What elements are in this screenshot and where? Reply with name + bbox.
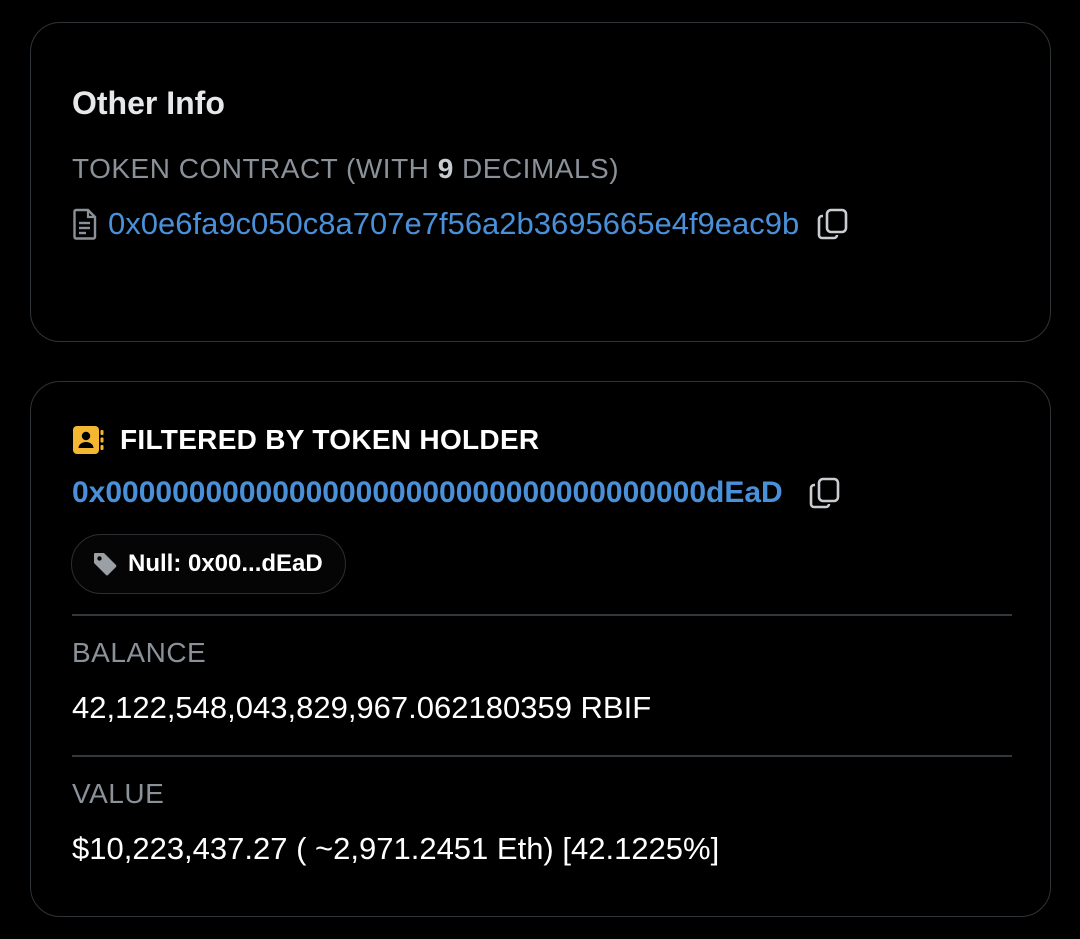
name-tag-badge[interactable]: Null: 0x00...dEaD — [71, 534, 346, 594]
balance-value: 42,122,548,043,829,967.062180359 RBIF — [72, 690, 652, 725]
value-label: VALUE — [72, 778, 165, 809]
holder-header: FILTERED BY TOKEN HOLDER — [72, 424, 539, 456]
balance-label: BALANCE — [72, 637, 207, 668]
decimals-value: 9 — [437, 153, 454, 184]
token-contract-label: TOKEN CONTRACT (WITH 9 DECIMALS) — [72, 153, 619, 185]
contract-address-link[interactable]: 0x0e6fa9c050c8a707e7f56a2b3695665e4f9eac… — [108, 206, 799, 242]
holder-address-link[interactable]: 0x000000000000000000000000000000000000dE… — [72, 476, 783, 510]
contract-address-row: 0x0e6fa9c050c8a707e7f56a2b3695665e4f9eac… — [72, 206, 851, 242]
name-tag-label: Null: 0x00...dEaD — [128, 550, 323, 577]
other-info-title: Other Info — [72, 85, 225, 121]
token-contract-label-prefix: TOKEN CONTRACT (WITH — [72, 153, 438, 184]
divider — [72, 755, 1012, 757]
divider — [72, 614, 1012, 616]
document-icon — [72, 206, 98, 242]
copy-icon[interactable] — [807, 475, 843, 511]
copy-icon[interactable] — [815, 206, 851, 242]
holder-address-row: 0x000000000000000000000000000000000000dE… — [72, 475, 843, 511]
token-contract-label-suffix: DECIMALS) — [453, 153, 620, 184]
value-amount: $10,223,437.27 ( ~2,971.2451 Eth) [42.12… — [72, 831, 720, 866]
tag-icon — [92, 551, 118, 577]
contact-book-icon — [72, 424, 104, 456]
other-info-card: Other Info TOKEN CONTRACT (WITH 9 DECIMA… — [30, 22, 1051, 342]
holder-title: FILTERED BY TOKEN HOLDER — [120, 424, 540, 455]
token-holder-card: FILTERED BY TOKEN HOLDER 0x0000000000000… — [30, 381, 1051, 917]
